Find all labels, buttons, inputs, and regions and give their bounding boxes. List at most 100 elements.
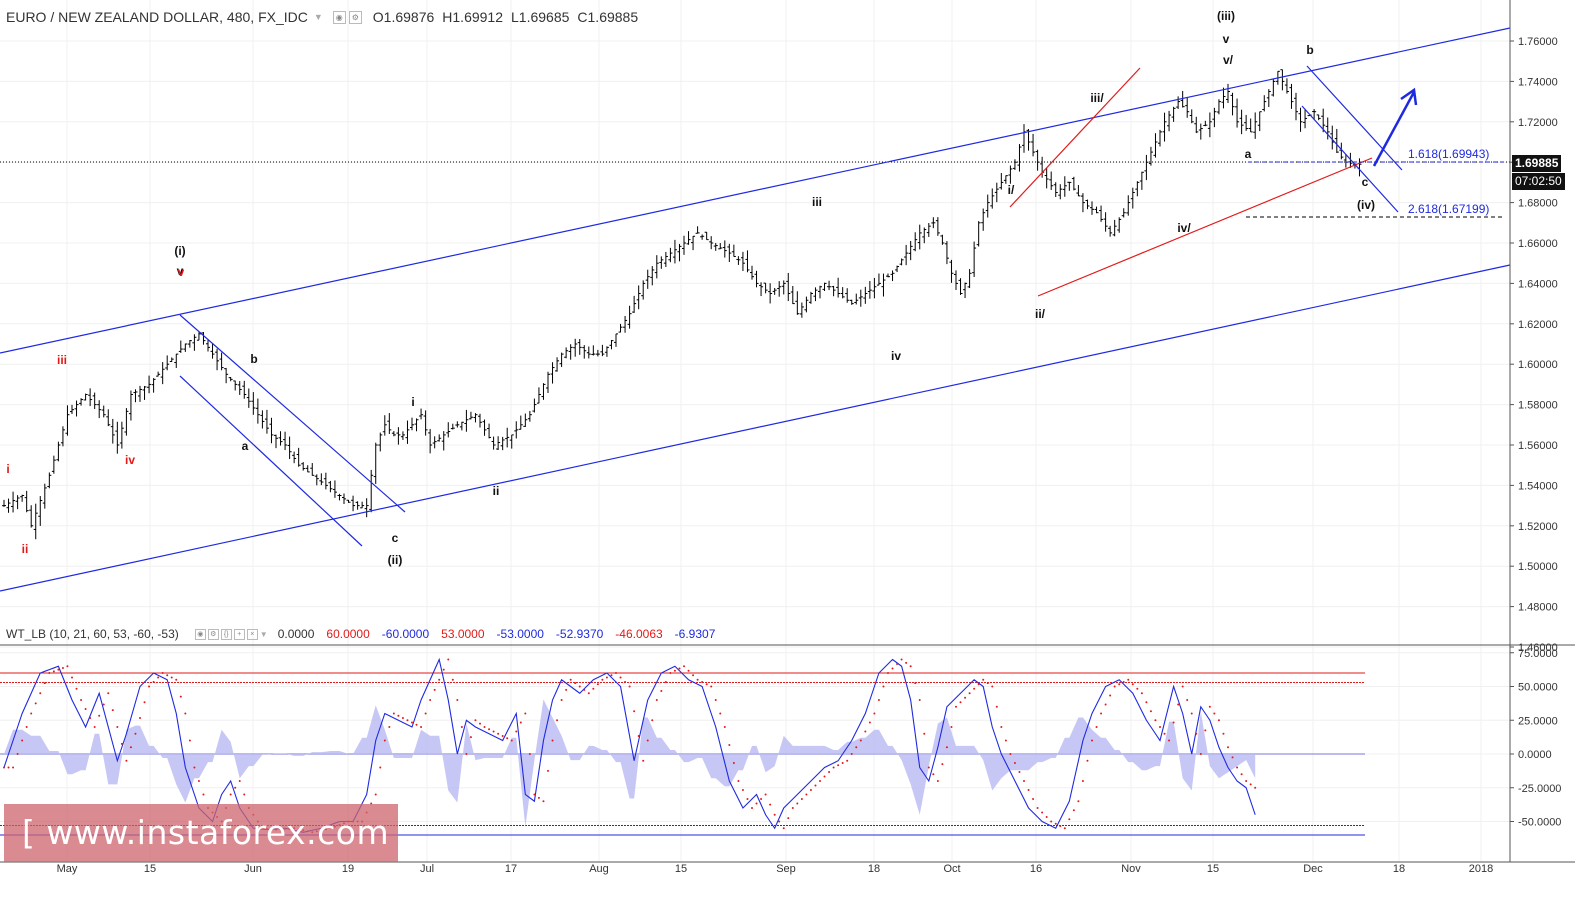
signal-dot [1208, 705, 1211, 708]
signal-dot [918, 699, 921, 701]
indicator-dropdown-icon[interactable]: ▼ [260, 630, 268, 639]
signal-dot [229, 793, 232, 796]
time-tick-label: 15 [675, 863, 687, 875]
add-icon[interactable]: + [233, 628, 245, 640]
signal-dot [184, 712, 187, 715]
high-value: H1.69912 [442, 9, 503, 25]
signal-dot [12, 766, 15, 769]
signal-dot [157, 676, 160, 679]
signal-dot [120, 742, 123, 745]
price-tick-label: 1.52000 [1518, 521, 1558, 533]
signal-dot [1104, 703, 1107, 706]
indicator-value: -6.9307 [674, 627, 716, 641]
signal-dot [460, 726, 463, 728]
signal-dot [1032, 798, 1035, 800]
signal-dot [152, 681, 155, 683]
signal-dot [877, 699, 880, 701]
signal-dot [927, 766, 930, 769]
signal-dot [973, 687, 976, 690]
eye-icon[interactable]: ◉ [332, 10, 346, 24]
eye-icon[interactable]: ◉ [194, 628, 206, 640]
wave-label: ii [493, 484, 500, 498]
signal-dot [1231, 756, 1234, 759]
source-icon[interactable]: {} [220, 628, 232, 640]
signal-dot [66, 665, 69, 668]
signal-dot [1227, 746, 1229, 749]
symbol-dropdown-icon[interactable]: ▼ [314, 12, 323, 22]
signal-dot [107, 692, 110, 695]
signal-dot [1077, 800, 1080, 803]
signal-dot [1245, 780, 1248, 782]
signal-dot [1122, 681, 1125, 683]
signal-dot [986, 682, 989, 685]
indicator-tick-label: 75.0000 [1518, 648, 1558, 660]
signal-dot [501, 735, 504, 737]
close-icon[interactable]: × [246, 628, 258, 640]
signal-dot [637, 735, 640, 737]
signal-dot [1100, 712, 1103, 715]
settings-icon[interactable]: ⚙ [207, 628, 219, 640]
signal-dot [855, 746, 858, 749]
signal-dot [664, 681, 667, 683]
time-tick-label: 17 [505, 863, 517, 875]
signal-dot [596, 683, 599, 686]
indicator-value: -52.9370 [555, 627, 604, 641]
signal-dot [488, 728, 491, 731]
signal-dot [1240, 773, 1243, 776]
signal-dot [442, 668, 445, 671]
price-tick-label: 1.50000 [1518, 561, 1558, 573]
signal-dot [193, 766, 196, 769]
wave-label: iii [812, 195, 822, 209]
signal-dot [610, 674, 613, 677]
time-tick-label: May [57, 863, 78, 875]
signal-dot [669, 672, 672, 674]
signal-dot [1023, 780, 1025, 782]
wave-label: v/ [1223, 53, 1234, 67]
signal-dot [868, 721, 871, 724]
signal-dot [601, 678, 604, 681]
signal-dot [179, 695, 182, 698]
signal-dot [102, 703, 105, 706]
time-tick-label: Jun [244, 863, 262, 875]
signal-dot [882, 685, 885, 688]
signal-dot [864, 730, 867, 733]
signal-dot [995, 705, 998, 708]
wave-label: a [1245, 147, 1252, 161]
indicator-tick-label: 25.0000 [1518, 715, 1558, 727]
signal-dot [16, 753, 19, 755]
signal-dot [515, 730, 518, 733]
signal-dot [887, 672, 889, 674]
signal-dot [687, 669, 690, 672]
signal-dot [84, 708, 87, 710]
signal-dot [456, 699, 459, 701]
price-tick-label: 1.68000 [1518, 198, 1558, 210]
close-value: C1.69885 [577, 9, 639, 25]
settings-icon[interactable]: ⚙ [348, 10, 362, 24]
signal-dot [392, 712, 395, 715]
signal-dot [673, 669, 676, 672]
correction-channel-upper [179, 314, 406, 513]
signal-dot [814, 784, 817, 787]
signal-dot [1045, 816, 1048, 818]
wave-label: iv/ [1177, 221, 1191, 235]
ohlc-series [2, 69, 1362, 540]
signal-dot [166, 674, 169, 677]
signal-dot [1199, 753, 1202, 755]
signal-dot [528, 753, 531, 755]
signal-dot [624, 681, 627, 683]
signal-dot [1036, 807, 1039, 809]
signal-dot [533, 793, 536, 796]
signal-dot [7, 766, 10, 769]
signal-dot [469, 736, 472, 739]
signal-dot [1109, 694, 1112, 697]
signal-dot [93, 726, 96, 728]
signal-dot [769, 803, 772, 806]
signal-dot [773, 813, 776, 816]
signal-dot [714, 699, 717, 701]
signal-dot [1127, 678, 1130, 681]
signal-dot [832, 766, 835, 769]
signal-dot [905, 661, 908, 664]
signal-dot [719, 712, 722, 715]
time-tick-label: 15 [144, 863, 156, 875]
price-tick-label: 1.72000 [1518, 117, 1558, 129]
